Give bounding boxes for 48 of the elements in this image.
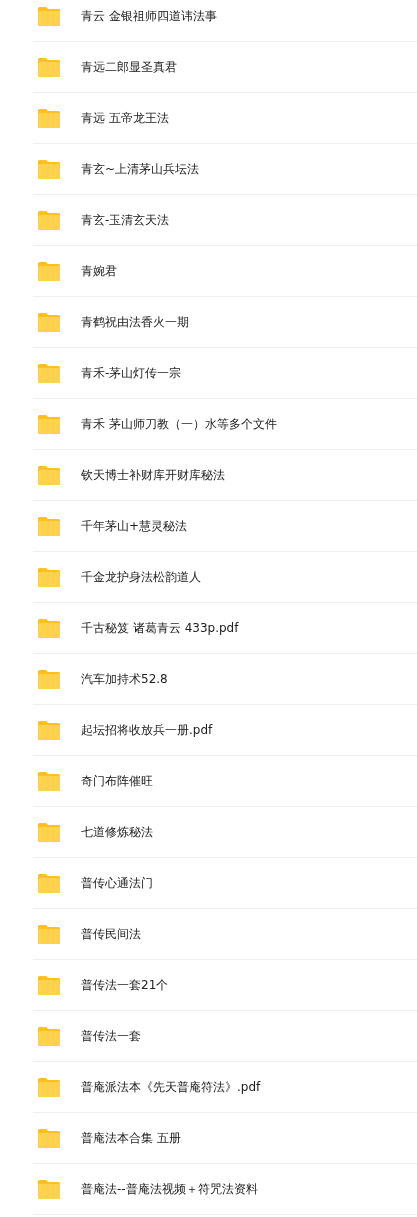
folder-name[interactable]: 千金龙护身法松韵道人 bbox=[81, 568, 201, 586]
folder-icon bbox=[37, 260, 61, 282]
folder-name[interactable]: 青远二郎显圣真君 bbox=[81, 58, 177, 76]
folder-icon bbox=[37, 668, 61, 690]
folder-name[interactable]: 普庵法本合集 五册 bbox=[81, 1129, 181, 1147]
folder-icon bbox=[37, 1076, 61, 1098]
folder-name[interactable]: 普庵法--普庵法视频＋符咒法资料 bbox=[81, 1180, 258, 1198]
folder-name[interactable]: 千年茅山+慧灵秘法 bbox=[81, 517, 188, 535]
folder-name[interactable]: 青玄-玉清玄天法 bbox=[81, 211, 170, 229]
folder-name[interactable]: 七道修炼秘法 bbox=[81, 823, 153, 841]
folder-icon bbox=[37, 515, 61, 537]
folder-name[interactable]: 青禾 茅山师刀教（一）水等多个文件 bbox=[81, 415, 277, 433]
folder-name[interactable]: 奇门布阵催旺 bbox=[81, 772, 153, 790]
folder-icon bbox=[37, 923, 61, 945]
folder-name[interactable]: 青远 五帝龙王法 bbox=[81, 109, 169, 127]
folder-name[interactable]: 汽车加持术52.8 bbox=[81, 670, 168, 688]
folder-name[interactable]: 普传法一套 bbox=[81, 1027, 141, 1045]
folder-name[interactable]: 普传心通法门 bbox=[81, 874, 153, 892]
folder-icon bbox=[37, 311, 61, 333]
folder-icon bbox=[37, 209, 61, 231]
folder-icon bbox=[37, 1025, 61, 1047]
folder-icon bbox=[37, 872, 61, 894]
folder-name[interactable]: 普传法一套21个 bbox=[81, 976, 169, 994]
folder-icon bbox=[37, 1127, 61, 1149]
folder-name[interactable]: 青云 金银祖师四道讳法事 bbox=[81, 7, 217, 25]
folder-icon bbox=[37, 107, 61, 129]
folder-icon bbox=[37, 413, 61, 435]
folder-name[interactable]: 千古秘笈 诸葛青云 433p.pdf bbox=[81, 619, 239, 637]
folder-icon bbox=[37, 974, 61, 996]
folder-name[interactable]: 钦天博士补财库开财库秘法 bbox=[81, 466, 225, 484]
folder-icon bbox=[37, 617, 61, 639]
folder-icon bbox=[37, 5, 61, 27]
folder-name[interactable]: 青玄~上清茅山兵坛法 bbox=[81, 160, 200, 178]
folder-icon bbox=[37, 1178, 61, 1200]
folder-name[interactable]: 青鹤祝由法香火一期 bbox=[81, 313, 189, 331]
folder-name[interactable]: 起坛招将收放兵一册.pdf bbox=[81, 721, 213, 739]
folder-name[interactable]: 普庵派法本《先天普庵符法》.pdf bbox=[81, 1078, 261, 1096]
folder-icon bbox=[37, 821, 61, 843]
folder-icon bbox=[37, 770, 61, 792]
folder-name[interactable]: 青婉君 bbox=[81, 262, 117, 280]
folder-icon bbox=[37, 719, 61, 741]
folder-icon bbox=[37, 362, 61, 384]
folder-icon bbox=[37, 566, 61, 588]
folder-icon bbox=[37, 56, 61, 78]
folder-icon bbox=[37, 158, 61, 180]
folder-icon bbox=[37, 464, 61, 486]
folder-name[interactable]: 普传民间法 bbox=[81, 925, 141, 943]
folder-name[interactable]: 青禾-茅山灯传一宗 bbox=[81, 364, 182, 382]
